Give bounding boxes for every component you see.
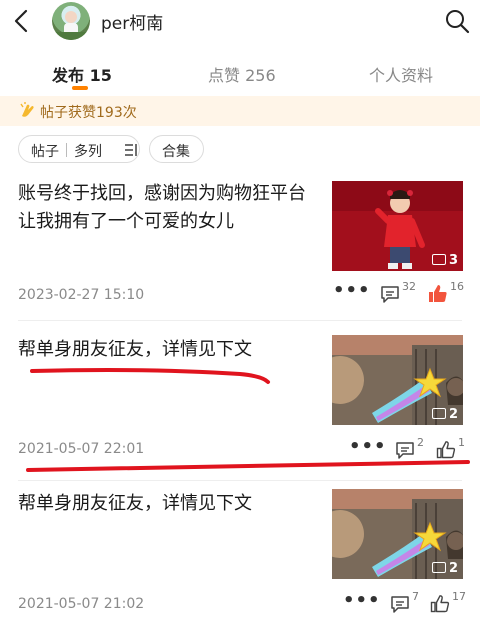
- image-count: 2: [448, 407, 458, 422]
- post-date: 2021-05-07 21:02: [18, 596, 145, 612]
- post-title[interactable]: 帮单身朋友征友，详情见下文: [18, 336, 323, 364]
- post-divider: [18, 480, 462, 481]
- layout-filter-label: 多列: [74, 144, 102, 160]
- more-options-icon[interactable]: •••: [349, 436, 387, 457]
- search-icon[interactable]: [444, 8, 470, 34]
- like-count: 1: [458, 436, 465, 449]
- image-count-badge: 3: [431, 253, 458, 268]
- comment-button[interactable]: 7: [390, 590, 426, 618]
- image-count-badge: 2: [431, 407, 458, 422]
- post-date: 2023-02-27 15:10: [18, 287, 145, 303]
- chevron-left-icon[interactable]: [8, 6, 36, 36]
- top-bar: per柯南: [0, 0, 480, 46]
- thumbs-up-icon: [436, 441, 456, 459]
- like-button[interactable]: 17: [430, 590, 470, 618]
- image-icon: [431, 254, 446, 265]
- active-tab-indicator: [72, 86, 88, 90]
- comment-count: 2: [417, 436, 424, 449]
- comment-icon: [391, 596, 409, 613]
- filter-chips: 帖子 多列 合集: [0, 134, 480, 166]
- likes-banner: 帖子获赞193次: [0, 96, 480, 126]
- collection-chip[interactable]: 合集: [149, 135, 204, 163]
- post-thumbnail[interactable]: 3: [332, 181, 463, 271]
- image-icon: [431, 408, 446, 419]
- like-button[interactable]: 16: [428, 280, 468, 308]
- post-title[interactable]: 帮单身朋友征友，详情见下文: [18, 490, 323, 518]
- post-date: 2021-05-07 22:01: [18, 441, 145, 457]
- image-count: 3: [448, 253, 458, 268]
- post-thumbnail[interactable]: 2: [332, 335, 463, 425]
- comment-count: 7: [412, 590, 419, 603]
- comment-button[interactable]: 32: [380, 280, 420, 308]
- avatar[interactable]: [52, 2, 90, 40]
- posts-filter-label: 帖子: [31, 144, 59, 160]
- more-options-icon[interactable]: •••: [333, 280, 371, 301]
- image-count: 2: [448, 561, 458, 576]
- post-thumbnail[interactable]: 2: [332, 489, 463, 579]
- tab-likes[interactable]: 点赞 256: [208, 62, 276, 86]
- chip-divider: [66, 143, 67, 157]
- post-title[interactable]: 账号终于找回，感谢因为购物狂平台让我拥有了一个可爱的女儿: [18, 180, 323, 236]
- thumbs-up-icon: [429, 285, 447, 302]
- like-button[interactable]: 1: [436, 436, 472, 464]
- comment-count: 32: [402, 280, 416, 293]
- tab-profile[interactable]: 个人资料: [369, 62, 433, 86]
- comment-button[interactable]: 2: [395, 436, 431, 464]
- tab-posts[interactable]: 发布 15: [52, 62, 112, 86]
- more-options-icon[interactable]: •••: [343, 590, 381, 611]
- comment-icon: [396, 442, 414, 459]
- username[interactable]: per柯南: [101, 9, 163, 34]
- image-count-badge: 2: [431, 561, 458, 576]
- like-count: 16: [450, 280, 464, 293]
- thumbs-up-icon: [430, 595, 450, 613]
- posts-layout-chip[interactable]: 帖子 多列: [18, 135, 140, 163]
- likes-count-text: 帖子获赞193次: [40, 105, 137, 121]
- list-layout-icon: [125, 144, 137, 156]
- clap-icon: [20, 102, 34, 117]
- post-divider: [18, 320, 462, 321]
- profile-tabs: 发布 15 点赞 256 个人资料: [0, 56, 480, 92]
- image-icon: [431, 562, 446, 573]
- like-count: 17: [452, 590, 466, 603]
- comment-icon: [381, 286, 399, 303]
- collection-label: 合集: [162, 144, 190, 160]
